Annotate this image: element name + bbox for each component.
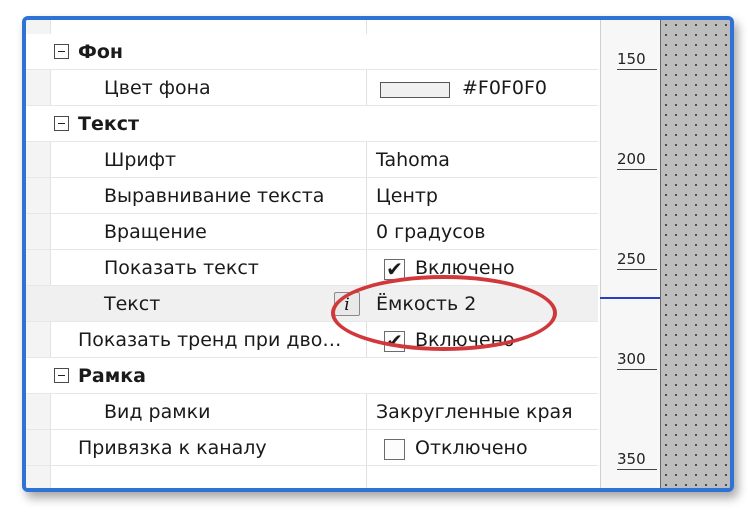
category-text[interactable]: Текст (26, 106, 598, 142)
ruler-label: 250 (617, 250, 646, 268)
show-text-label: Показать текст (104, 257, 259, 279)
properties-window: Фон Цвет фона #F0F0F0 Текст Шрифт Tahoma… (22, 16, 734, 492)
show-text-checkbox[interactable] (384, 259, 405, 280)
trend-value: Включено (415, 329, 515, 351)
ruler-label: 150 (617, 50, 646, 68)
property-row-text-align[interactable]: Выравнивание текста Центр (26, 178, 598, 214)
category-frame[interactable]: Рамка (26, 358, 598, 394)
ruler-tick (617, 69, 657, 70)
property-row-background-color[interactable]: Цвет фона #F0F0F0 (26, 70, 598, 106)
trend-checkbox[interactable] (384, 331, 405, 352)
frame-type-label: Вид рамки (104, 401, 211, 423)
info-button[interactable]: i (334, 292, 360, 316)
ruler-tick (617, 169, 657, 170)
color-swatch[interactable] (380, 82, 450, 98)
font-label: Шрифт (104, 149, 177, 171)
property-row-show-text[interactable]: Показать текст Включено (26, 250, 598, 286)
ruler-tick (617, 269, 657, 270)
property-row-frame-type[interactable]: Вид рамки Закругленные края (26, 394, 598, 430)
category-text-title: Текст (78, 113, 140, 135)
text-value[interactable]: Ёмкость 2 (376, 293, 476, 315)
ruler-label: 200 (617, 150, 646, 168)
ruler-label: 300 (617, 350, 646, 368)
design-canvas[interactable] (660, 20, 730, 488)
property-row-channel[interactable]: Привязка к каналу Отключено (26, 430, 598, 466)
background-color-value[interactable]: #F0F0F0 (462, 77, 547, 99)
frame-type-value[interactable]: Закругленные края (376, 401, 573, 423)
collapse-icon[interactable] (54, 44, 69, 59)
channel-value: Отключено (415, 437, 528, 459)
ruler-label: 350 (617, 450, 646, 468)
vertical-ruler: 150 200 250 300 350 (600, 20, 661, 488)
category-frame-title: Рамка (78, 365, 146, 387)
collapse-icon[interactable] (54, 368, 69, 383)
position-marker (600, 297, 660, 299)
category-background-title: Фон (78, 41, 124, 63)
text-align-label: Выравнивание текста (104, 185, 325, 207)
property-row-trend[interactable]: Показать тренд при дво… Включено (26, 322, 598, 358)
text-label: Текст (104, 293, 161, 315)
show-text-value: Включено (415, 257, 515, 279)
collapse-icon[interactable] (54, 116, 69, 131)
font-value[interactable]: Tahoma (376, 149, 450, 171)
ruler-tick (617, 469, 657, 470)
property-grid: Фон Цвет фона #F0F0F0 Текст Шрифт Tahoma… (26, 20, 598, 488)
property-row-rotation[interactable]: Вращение 0 градусов (26, 214, 598, 250)
property-row-font[interactable]: Шрифт Tahoma (26, 142, 598, 178)
channel-checkbox[interactable] (384, 439, 405, 460)
background-color-label: Цвет фона (104, 77, 211, 99)
rotation-label: Вращение (104, 221, 207, 243)
property-row-text[interactable]: Текст i Ёмкость 2 (26, 286, 598, 322)
text-align-value[interactable]: Центр (376, 185, 438, 207)
channel-label: Привязка к каналу (78, 437, 267, 459)
ruler-tick (617, 369, 657, 370)
trend-label: Показать тренд при дво… (78, 329, 342, 351)
rotation-value[interactable]: 0 градусов (376, 221, 485, 243)
category-background[interactable]: Фон (26, 34, 598, 70)
